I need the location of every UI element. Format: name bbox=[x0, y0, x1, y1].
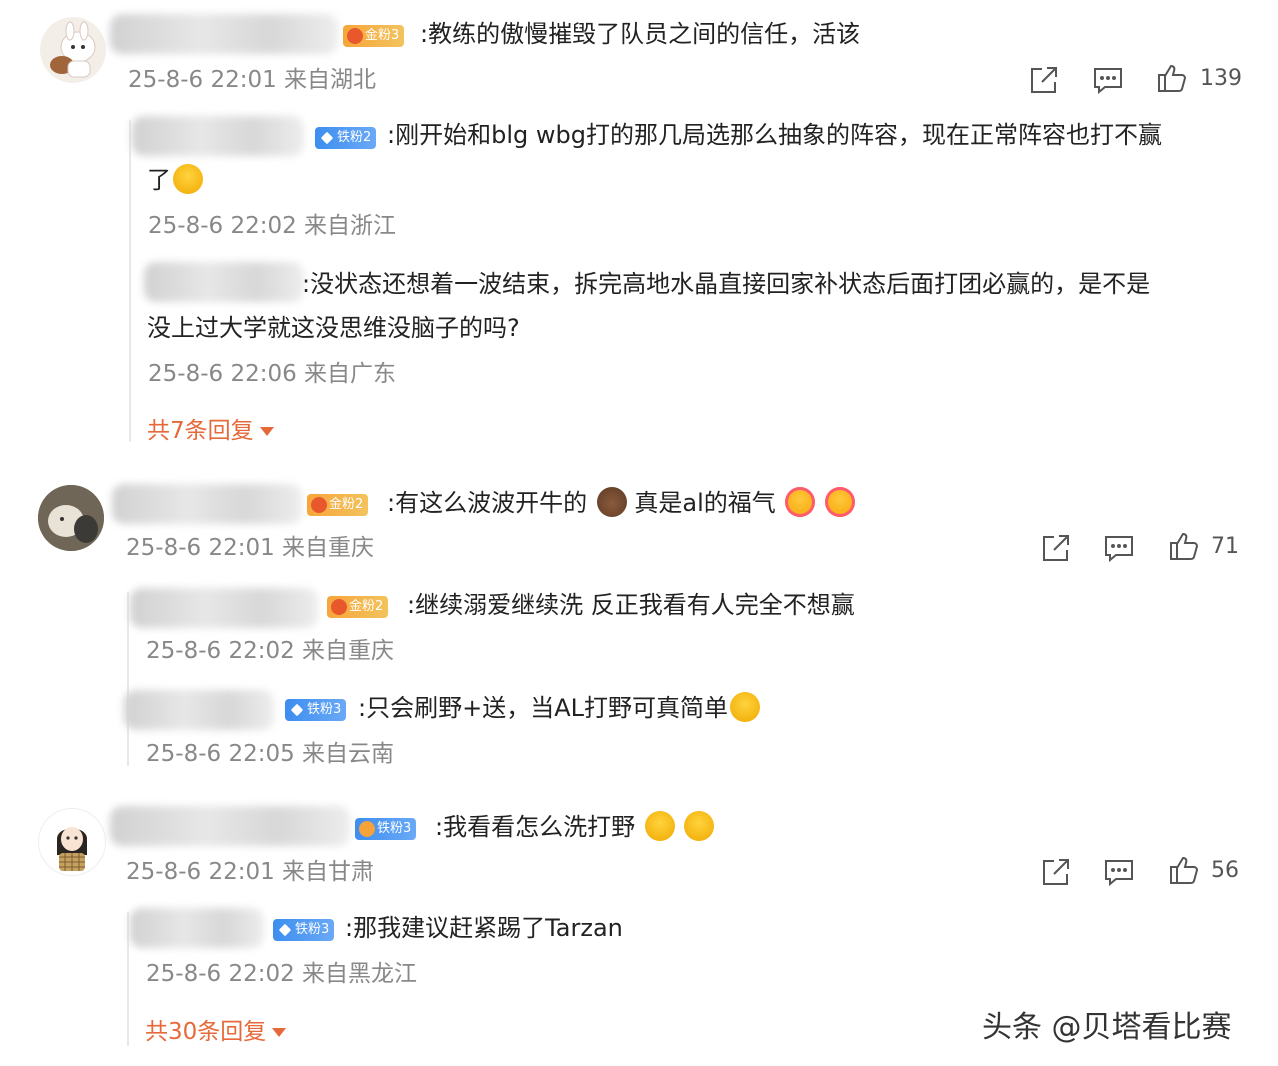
fan-badge-icon bbox=[331, 599, 347, 615]
like-count: 71 bbox=[1211, 534, 1239, 559]
reply-text: :只会刷野+送，当AL打野可真简单 bbox=[358, 691, 760, 725]
reply-username-blurred[interactable] bbox=[130, 588, 318, 628]
crying-laugh-emoji-icon bbox=[173, 164, 203, 194]
reply-meta: 25-8-6 22:06 来自广东 bbox=[148, 361, 397, 387]
laughing-tears-emoji-icon bbox=[644, 811, 675, 841]
comment-meta: 25-8-6 22:01 来自湖北 bbox=[128, 67, 377, 93]
poop-emoji-icon bbox=[596, 487, 627, 517]
like-icon[interactable] bbox=[1168, 530, 1200, 562]
comment-meta: 25-8-6 22:01 来自甘肃 bbox=[126, 859, 375, 885]
fan-badge-icon bbox=[347, 28, 363, 44]
share-icon[interactable] bbox=[1040, 856, 1072, 888]
fan-badge: 铁粉3 bbox=[355, 818, 417, 840]
fan-badge-icon bbox=[359, 821, 375, 837]
comment-icon[interactable] bbox=[1103, 856, 1135, 888]
username-blurred[interactable] bbox=[110, 806, 350, 846]
fan-badge: 金粉2 bbox=[307, 494, 369, 516]
comment-meta: 25-8-6 22:01 来自重庆 bbox=[126, 535, 375, 561]
reply-username-blurred[interactable] bbox=[132, 116, 304, 156]
fan-badge-icon bbox=[278, 923, 292, 937]
comment-text: :我看看怎么洗打野 bbox=[435, 810, 715, 844]
reply-text: :继续溺爱继续洗 反正我看有人完全不想赢 bbox=[407, 591, 855, 619]
reply-username-blurred[interactable] bbox=[144, 262, 304, 302]
reply-thread-line bbox=[129, 120, 131, 442]
comment-text: :有这么波波开牛的 真是al的福气 bbox=[387, 486, 856, 520]
username-blurred[interactable] bbox=[110, 14, 338, 54]
share-icon[interactable] bbox=[1040, 532, 1072, 564]
chevron-down-icon bbox=[259, 427, 274, 436]
reply-text: :刚开始和blg wbg打的那几局选那么抽象的阵容，现在正常阵容也打不赢 bbox=[387, 121, 1162, 149]
fan-badge: 金粉2 bbox=[327, 596, 389, 618]
laughing-tears-emoji-icon bbox=[684, 811, 715, 841]
fan-badge-icon bbox=[311, 497, 327, 513]
fan-badge: 金粉3 bbox=[343, 25, 405, 47]
comment-icon[interactable] bbox=[1103, 532, 1135, 564]
reply-meta: 25-8-6 22:05 来自云南 bbox=[146, 741, 395, 767]
comment-icon[interactable] bbox=[1092, 64, 1124, 96]
fan-badge: 铁粉2 bbox=[315, 127, 377, 149]
fan-badge: 铁粉3 bbox=[285, 699, 347, 721]
watermark: 头条 @贝塔看比赛 bbox=[982, 1010, 1232, 1045]
reply-thread-line bbox=[127, 912, 129, 1046]
avatar[interactable] bbox=[38, 485, 104, 551]
fan-badge: 铁粉3 bbox=[273, 919, 335, 941]
reply-meta: 25-8-6 22:02 来自黑龙江 bbox=[146, 961, 418, 987]
wry-face-emoji-icon bbox=[729, 692, 760, 722]
reply-text-cont: 没上过大学就这没思维没脑子的吗? bbox=[147, 314, 520, 342]
more-replies-link[interactable]: 共7条回复 bbox=[147, 416, 274, 446]
reply-text: :没状态还想着一波结束，拆完高地水晶直接回家补状态后面打团必赢的，是不是 bbox=[302, 270, 1151, 298]
reply-thread-line bbox=[127, 592, 129, 766]
reply-username-blurred[interactable] bbox=[124, 690, 274, 730]
username-blurred[interactable] bbox=[112, 484, 302, 524]
like-icon[interactable] bbox=[1168, 854, 1200, 886]
avatar[interactable] bbox=[40, 17, 106, 83]
comment-text: :教练的傲慢摧毁了队员之间的信任，活该 bbox=[420, 20, 861, 48]
reply-text: :那我建议赶紧踢了Tarzan bbox=[345, 914, 623, 942]
share-icon[interactable] bbox=[1028, 64, 1060, 96]
reply-meta: 25-8-6 22:02 来自浙江 bbox=[148, 213, 397, 239]
like-icon[interactable] bbox=[1156, 62, 1188, 94]
reply-username-blurred[interactable] bbox=[130, 908, 264, 948]
reply-text-cont: 了 bbox=[147, 163, 203, 197]
avatar[interactable] bbox=[38, 808, 106, 876]
heart-face-emoji-icon bbox=[825, 487, 856, 517]
fan-badge-icon bbox=[290, 703, 304, 717]
more-replies-link[interactable]: 共30条回复 bbox=[145, 1017, 287, 1047]
like-count: 56 bbox=[1211, 858, 1239, 883]
heart-face-emoji-icon bbox=[785, 487, 816, 517]
like-count: 139 bbox=[1200, 66, 1242, 91]
reply-meta: 25-8-6 22:02 来自重庆 bbox=[146, 638, 395, 664]
chevron-down-icon bbox=[272, 1028, 287, 1037]
fan-badge-icon bbox=[320, 131, 334, 145]
